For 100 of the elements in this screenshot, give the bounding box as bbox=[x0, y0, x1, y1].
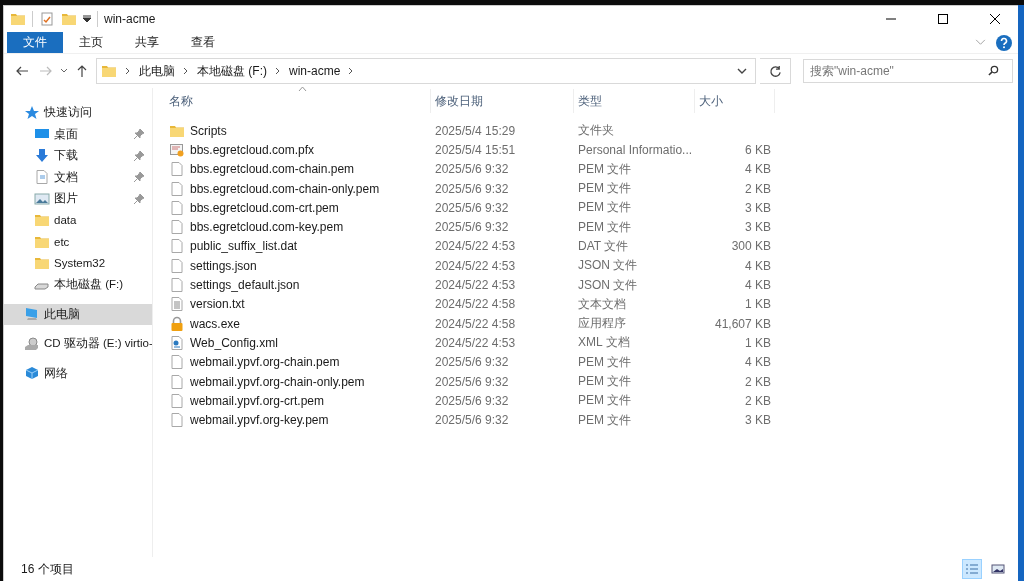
nav-item[interactable]: 本地磁盘 (F:) bbox=[4, 274, 152, 296]
nav-item[interactable]: 此电脑 bbox=[4, 303, 152, 325]
nav-item[interactable]: 快速访问 bbox=[4, 102, 152, 124]
file-name[interactable]: bbs.egretcloud.com-key.pem bbox=[190, 220, 344, 235]
modified-date: 2025/5/6 9:32 bbox=[435, 220, 509, 235]
breadcrumb[interactable]: 本地磁盘 (F:) bbox=[197, 62, 267, 80]
nav-item[interactable]: data bbox=[4, 209, 152, 231]
file-size: 4 KB bbox=[745, 355, 771, 370]
drive-icon bbox=[34, 283, 50, 291]
modified-date: 2025/5/6 9:32 bbox=[435, 355, 509, 370]
ribbon-tab[interactable]: 文件 bbox=[7, 32, 63, 53]
column-header[interactable]: 修改日期 bbox=[431, 89, 574, 113]
file-icon bbox=[169, 257, 185, 274]
nav-item[interactable]: 下载 bbox=[4, 145, 152, 167]
file-type: PEM 文件 bbox=[578, 161, 632, 176]
file-name[interactable]: public_suffix_list.dat bbox=[190, 239, 298, 254]
modified-date: 2024/5/22 4:53 bbox=[435, 278, 516, 292]
breadcrumb[interactable]: win-acme bbox=[289, 64, 341, 78]
file-size: 1 KB bbox=[745, 297, 771, 312]
ribbon-tab[interactable]: 查看 bbox=[175, 32, 231, 53]
file-type: Personal Informatio... bbox=[578, 142, 693, 157]
file-name[interactable]: settings_default.json bbox=[190, 278, 300, 292]
nav-item[interactable]: etc bbox=[4, 231, 152, 253]
file-size: 1 KB bbox=[745, 335, 771, 350]
file-type: PEM 文件 bbox=[578, 181, 632, 196]
file-name[interactable]: bbs.egretcloud.com-crt.pem bbox=[190, 200, 339, 215]
file-name[interactable]: wacs.exe bbox=[190, 316, 241, 331]
cd-drive-icon bbox=[24, 335, 40, 352]
file-icon bbox=[169, 277, 185, 293]
refresh-icon[interactable] bbox=[768, 64, 782, 78]
refresh-button[interactable] bbox=[760, 58, 791, 84]
nav-item[interactable]: 图片 bbox=[4, 188, 152, 210]
file-icon bbox=[169, 412, 185, 429]
file-name[interactable]: webmail.ypvf.org-chain.pem bbox=[190, 355, 340, 370]
modified-date: 2025/5/6 9:32 bbox=[435, 181, 509, 196]
address-bar[interactable]: 此电脑 本地磁盘 (F:) win-acme bbox=[96, 58, 756, 84]
file-name[interactable]: bbs.egretcloud.com-chain-only.pem bbox=[190, 181, 380, 196]
xml-file-icon bbox=[169, 334, 185, 351]
breadcrumb[interactable]: 此电脑 bbox=[139, 62, 175, 80]
file-name[interactable]: settings.json bbox=[190, 258, 257, 273]
pin-icon[interactable] bbox=[134, 150, 144, 161]
recent-locations-icon[interactable] bbox=[60, 67, 68, 75]
file-name[interactable]: bbs.egretcloud.com-chain.pem bbox=[190, 162, 355, 177]
search-icon[interactable] bbox=[988, 65, 999, 76]
modified-date: 2025/5/6 9:32 bbox=[435, 200, 509, 215]
folder-icon bbox=[101, 63, 117, 79]
folder-icon bbox=[34, 212, 50, 229]
file-name[interactable]: version.txt bbox=[190, 297, 245, 312]
pin-icon[interactable] bbox=[134, 129, 144, 140]
file-size: 3 KB bbox=[745, 200, 771, 215]
nav-item[interactable]: 文档 bbox=[4, 166, 152, 188]
file-name[interactable]: bbs.egretcloud.com.pfx bbox=[190, 142, 315, 157]
nav-item[interactable]: CD 驱动器 (E:) virtio- bbox=[4, 333, 152, 355]
maximize-icon[interactable] bbox=[938, 14, 948, 24]
file-name[interactable]: webmail.ypvf.org-crt.pem bbox=[190, 393, 325, 408]
modified-date: 2025/5/6 9:32 bbox=[435, 162, 509, 177]
properties-icon[interactable] bbox=[39, 11, 55, 27]
file-name[interactable]: Web_Config.xml bbox=[190, 335, 278, 350]
up-arrow-icon[interactable] bbox=[75, 64, 89, 78]
nav-item[interactable]: System32 bbox=[4, 252, 152, 274]
item-count: 16 个项目 bbox=[21, 560, 74, 578]
folder-icon bbox=[10, 11, 26, 27]
modified-date: 2025/5/4 15:29 bbox=[435, 123, 516, 138]
chevron-icon[interactable] bbox=[124, 67, 132, 75]
file-name[interactable]: Scripts bbox=[190, 123, 227, 138]
pin-icon[interactable] bbox=[134, 172, 144, 183]
pin-icon[interactable] bbox=[134, 193, 144, 204]
file-type: 文件夹 bbox=[578, 123, 614, 138]
modified-date: 2025/5/4 15:51 bbox=[435, 142, 516, 157]
nav-item[interactable]: 桌面 bbox=[4, 123, 152, 145]
file-type: PEM 文件 bbox=[578, 219, 632, 234]
modified-date: 2024/5/22 4:53 bbox=[435, 258, 516, 273]
file-name[interactable]: webmail.ypvf.org-chain-only.pem bbox=[190, 374, 365, 389]
column-header[interactable]: 名称 bbox=[165, 89, 431, 113]
help-icon[interactable] bbox=[996, 34, 1012, 51]
column-header[interactable]: 类型 bbox=[574, 89, 695, 113]
file-icon bbox=[169, 219, 185, 236]
file-type: 应用程序 bbox=[578, 316, 626, 331]
ribbon-tab[interactable]: 主页 bbox=[63, 32, 119, 53]
file-icon bbox=[169, 161, 185, 178]
caret-icon[interactable] bbox=[83, 15, 91, 23]
file-type: XML 文档 bbox=[578, 335, 630, 350]
file-type: JSON 文件 bbox=[578, 277, 638, 292]
network-icon bbox=[24, 365, 40, 382]
file-size: 4 KB bbox=[745, 162, 771, 177]
file-size: 4 KB bbox=[745, 258, 771, 273]
star-icon bbox=[24, 104, 40, 121]
ribbon-tab[interactable]: 共享 bbox=[119, 32, 175, 53]
close-icon[interactable] bbox=[990, 14, 1000, 24]
nav-item[interactable]: 网络 bbox=[4, 362, 152, 384]
file-icon bbox=[169, 392, 185, 409]
column-header[interactable]: 大小 bbox=[695, 89, 775, 113]
back-arrow-icon[interactable] bbox=[15, 64, 29, 78]
chevron-icon[interactable] bbox=[274, 67, 282, 75]
file-name[interactable]: webmail.ypvf.org-key.pem bbox=[190, 413, 329, 428]
search-field[interactable]: 搜索"win-acme" bbox=[803, 59, 1013, 83]
chevron-icon[interactable] bbox=[182, 67, 190, 75]
dropdown-icon[interactable] bbox=[737, 67, 747, 75]
file-type: PEM 文件 bbox=[578, 412, 632, 427]
modified-date: 2024/5/22 4:58 bbox=[435, 297, 516, 312]
